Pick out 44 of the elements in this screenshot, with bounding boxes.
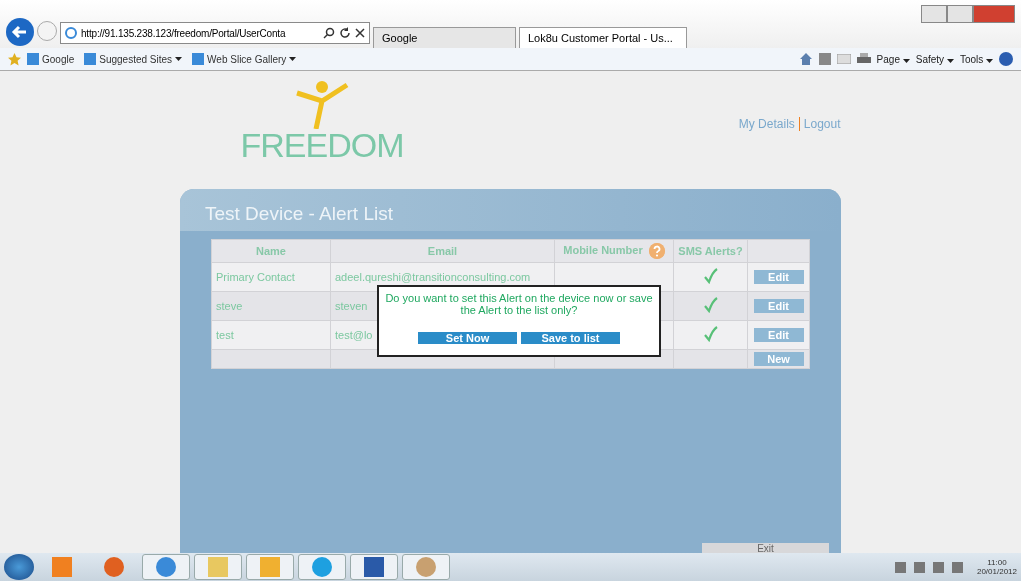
column-header: SMS Alerts? xyxy=(673,239,748,263)
back-button[interactable] xyxy=(6,18,34,46)
freedom-logo: FREEDOM xyxy=(240,79,404,165)
minimize-button[interactable] xyxy=(921,5,947,23)
caret-icon[interactable] xyxy=(175,57,183,61)
exit-button[interactable]: Exit xyxy=(702,543,829,553)
column-header: Mobile Number xyxy=(554,239,674,263)
table-cell: Primary Contact xyxy=(211,262,331,292)
search-icon[interactable] xyxy=(323,27,335,39)
refresh-icon[interactable] xyxy=(339,27,351,39)
browser-tab[interactable]: Lok8u Customer Portal - Us... xyxy=(519,27,687,48)
tray-icon[interactable] xyxy=(913,561,925,573)
caret-icon xyxy=(946,58,954,63)
browser-tab[interactable]: Google xyxy=(373,27,516,48)
dialog-button[interactable]: Save to list xyxy=(521,332,620,344)
favorites-link[interactable]: Suggested Sites xyxy=(99,53,173,65)
print-icon[interactable] xyxy=(856,53,871,65)
table-cell: test xyxy=(211,320,331,350)
maximize-button[interactable] xyxy=(947,5,973,23)
caret-icon xyxy=(902,58,910,63)
panel-title: Test Device - Alert List xyxy=(180,189,841,231)
favorites-star-icon[interactable] xyxy=(8,52,21,66)
site-icon xyxy=(192,53,205,65)
caret-icon xyxy=(986,58,993,63)
clock-time: 11:00 xyxy=(987,558,1007,567)
command-menu[interactable]: Tools xyxy=(959,53,993,65)
tray-icon[interactable] xyxy=(894,561,906,573)
forward-button[interactable] xyxy=(37,21,57,41)
close-icon[interactable] xyxy=(355,28,365,38)
command-menu[interactable]: Page xyxy=(876,53,910,65)
table-cell: steve xyxy=(211,291,331,321)
home-icon[interactable] xyxy=(798,52,813,66)
site-icon xyxy=(27,53,39,65)
dialog-button[interactable]: Set Now xyxy=(418,332,517,344)
favorites-link[interactable]: Google xyxy=(42,53,75,65)
clock-date: 20/01/2012 xyxy=(976,567,1017,576)
address-bar[interactable]: http://91.135.238.123/freedom/Portal/UserConta xyxy=(60,22,370,44)
favorites-link[interactable]: Web Slice Gallery xyxy=(207,53,287,65)
column-header: Name xyxy=(211,239,331,263)
start-button[interactable] xyxy=(4,554,34,580)
column-header: Email xyxy=(330,239,555,263)
caret-icon[interactable] xyxy=(289,57,297,61)
site-icon xyxy=(84,53,97,65)
command-menu[interactable]: Safety xyxy=(915,53,954,65)
